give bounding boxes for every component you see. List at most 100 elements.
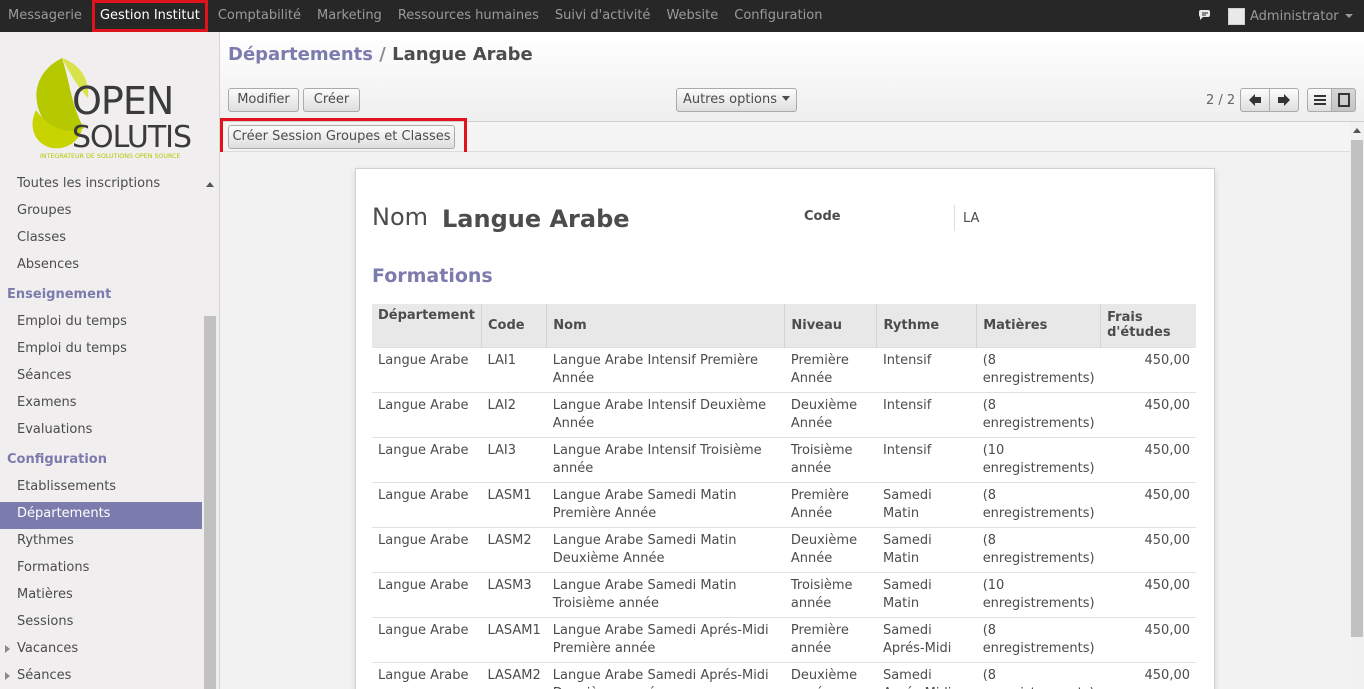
user-name: Administrator: [1250, 8, 1339, 24]
sidebar-item-evaluations[interactable]: Evaluations: [0, 418, 202, 445]
scroll-up-icon[interactable]: [206, 182, 214, 187]
column-header-niveau[interactable]: Niveau: [784, 304, 877, 347]
cell-matieres: (8 enregistrements): [976, 526, 1101, 572]
chevron-right-icon[interactable]: [5, 672, 10, 680]
sidebar-item-label: Groupes: [17, 203, 72, 218]
sidebar-item-toutes-les-inscriptions[interactable]: Toutes les inscriptions: [0, 172, 202, 199]
cell-departement: Langue Arabe: [372, 526, 482, 572]
sidebar-item-classes[interactable]: Classes: [0, 226, 202, 253]
top-menu-comptabilite[interactable]: Comptabilité: [210, 0, 309, 32]
top-menu-messagerie[interactable]: Messagerie: [0, 0, 90, 32]
top-menu-gestion-institut[interactable]: Gestion Institut: [91, 0, 208, 32]
sidebar-item-label: Classes: [17, 230, 66, 245]
cell-matieres: (8 enregistrements): [976, 616, 1101, 662]
creer-button[interactable]: Créer: [303, 88, 360, 112]
sidebar: OPEN SOLUTIS INTEGRATEUR DE SOLUTIONS OP…: [0, 32, 220, 689]
main-scrollbar[interactable]: [1350, 122, 1364, 689]
sidebar-item-examens[interactable]: Examens: [0, 391, 202, 418]
previous-record-button[interactable]: [1240, 88, 1270, 112]
top-menu-configuration[interactable]: Configuration: [726, 0, 830, 32]
cell-code: LASM2: [481, 526, 547, 572]
sidebar-item-vacances[interactable]: Vacances: [0, 637, 202, 664]
table-row[interactable]: Langue Arabe LAI2 Langue Arabe Intensif De…: [372, 391, 1196, 437]
top-menu-suivi-d-activite[interactable]: Suivi d'activité: [547, 0, 659, 32]
cell-niveau: Première année: [784, 616, 877, 662]
column-header-matieres[interactable]: Matières: [976, 304, 1101, 347]
cell-nom: Langue Arabe Intensif Troisième année: [546, 436, 785, 482]
sidebar-item-sessions[interactable]: Sessions: [0, 610, 202, 637]
column-header-code[interactable]: Code: [480, 304, 547, 347]
table-row[interactable]: Langue Arabe LASM2 Langue Arabe Samedi Mat…: [372, 526, 1196, 572]
cell-rythme: Intensif: [876, 436, 977, 482]
cell-departement: Langue Arabe: [372, 571, 482, 617]
cell-niveau: Troisième année: [784, 436, 877, 482]
table-row[interactable]: Langue Arabe LASAM2 Langue Arabe Samedi Ap…: [372, 661, 1196, 689]
list-view-button[interactable]: [1307, 88, 1332, 112]
table-row[interactable]: Langue Arabe LASM3 Langue Arabe Samedi Mat…: [372, 571, 1196, 617]
list-icon: [1313, 95, 1326, 105]
sidebar-item-etablissements[interactable]: Etablissements: [0, 475, 202, 502]
sidebar-section-configuration: Configuration: [7, 452, 107, 467]
cell-niveau: Deuxième Année: [784, 391, 877, 437]
cell-frais-d-etudes: 450,00: [1100, 346, 1196, 392]
breadcrumb-parent-link[interactable]: Départements: [228, 44, 373, 65]
sidebar-item-emploi-du-temps[interactable]: Emploi du temps: [0, 337, 202, 364]
cell-niveau: Deuxième année: [784, 661, 877, 689]
chevron-down-icon: [1344, 14, 1353, 18]
sidebar-item-label: Toutes les inscriptions: [17, 176, 161, 191]
table-row[interactable]: Langue Arabe LASM1 Langue Arabe Samedi Mat…: [372, 481, 1196, 527]
sidebar-item-matieres[interactable]: Matières: [0, 583, 202, 610]
sidebar-item-groupes[interactable]: Groupes: [0, 199, 202, 226]
sidebar-item-label: Etablissements: [17, 479, 117, 494]
arrow-left-icon: [1249, 94, 1261, 106]
modifier-button[interactable]: Modifier: [228, 88, 299, 112]
cell-rythme: Samedi Aprés-Midi: [876, 616, 977, 662]
cell-rythme: Samedi Aprés-Midi: [876, 661, 977, 689]
next-record-button[interactable]: [1269, 88, 1299, 112]
scroll-up-icon[interactable]: [1353, 128, 1361, 133]
table-row[interactable]: Langue Arabe LAI1 Langue Arabe Intensif Pr…: [372, 346, 1196, 392]
top-menu-ressources-humaines[interactable]: Ressources humaines: [390, 0, 547, 32]
cell-code: LASAM1: [481, 616, 547, 662]
user-menu[interactable]: Administrator: [1228, 0, 1353, 32]
top-menu-website[interactable]: Website: [658, 0, 726, 32]
sidebar-scrollbar[interactable]: [203, 172, 217, 689]
open-solutis-logo: OPEN SOLUTIS INTEGRATEUR DE SOLUTIONS OP…: [32, 58, 192, 160]
sidebar-item-seances[interactable]: Séances: [0, 364, 202, 391]
autres-options-button[interactable]: Autres options: [676, 88, 797, 112]
arrow-right-icon: [1278, 94, 1290, 106]
cell-departement: Langue Arabe: [372, 481, 482, 527]
sidebar-item-seances[interactable]: Séances: [0, 664, 202, 689]
sidebar-item-label: Rythmes: [17, 533, 74, 548]
cell-frais-d-etudes: 450,00: [1100, 616, 1196, 662]
cell-matieres: (8 enregistrements): [976, 481, 1101, 527]
column-header-frais-d-etudes[interactable]: Frais d'études: [1100, 304, 1196, 347]
cell-code: LASAM2: [481, 661, 547, 689]
sidebar-item-rythmes[interactable]: Rythmes: [0, 529, 202, 556]
sidebar-item-label: Séances: [17, 668, 72, 683]
code-label: Code: [804, 209, 841, 224]
form-icon: [1337, 93, 1350, 107]
chevron-right-icon[interactable]: [5, 645, 10, 653]
sidebar-item-absences[interactable]: Absences: [0, 253, 202, 280]
table-row[interactable]: Langue Arabe LASAM1 Langue Arabe Samedi Ap…: [372, 616, 1196, 662]
pager-counter: 2 / 2: [1206, 93, 1236, 108]
cell-niveau: Troisième année: [784, 571, 877, 617]
sidebar-item-emploi-du-temps[interactable]: Emploi du temps: [0, 310, 202, 337]
form-view-button[interactable]: [1331, 88, 1356, 112]
top-menu-marketing[interactable]: Marketing: [309, 0, 390, 32]
main-scroll-thumb[interactable]: [1351, 140, 1363, 637]
cell-niveau: Première Année: [784, 481, 877, 527]
column-header-departement[interactable]: Département: [372, 304, 482, 347]
cell-nom: Langue Arabe Samedi Aprés-Midi Première …: [546, 616, 785, 662]
column-header-rythme[interactable]: Rythme: [876, 304, 977, 347]
cell-frais-d-etudes: 450,00: [1100, 571, 1196, 617]
cell-frais-d-etudes: 450,00: [1100, 661, 1196, 689]
column-header-nom[interactable]: Nom: [546, 304, 785, 347]
chat-icon[interactable]: [1198, 9, 1212, 21]
sidebar-scroll-thumb[interactable]: [204, 316, 216, 689]
sidebar-item-label: Absences: [17, 257, 80, 272]
table-row[interactable]: Langue Arabe LAI3 Langue Arabe Intensif Tr…: [372, 436, 1196, 482]
sidebar-item-departements[interactable]: Départements: [0, 502, 202, 529]
sidebar-item-formations[interactable]: Formations: [0, 556, 202, 583]
